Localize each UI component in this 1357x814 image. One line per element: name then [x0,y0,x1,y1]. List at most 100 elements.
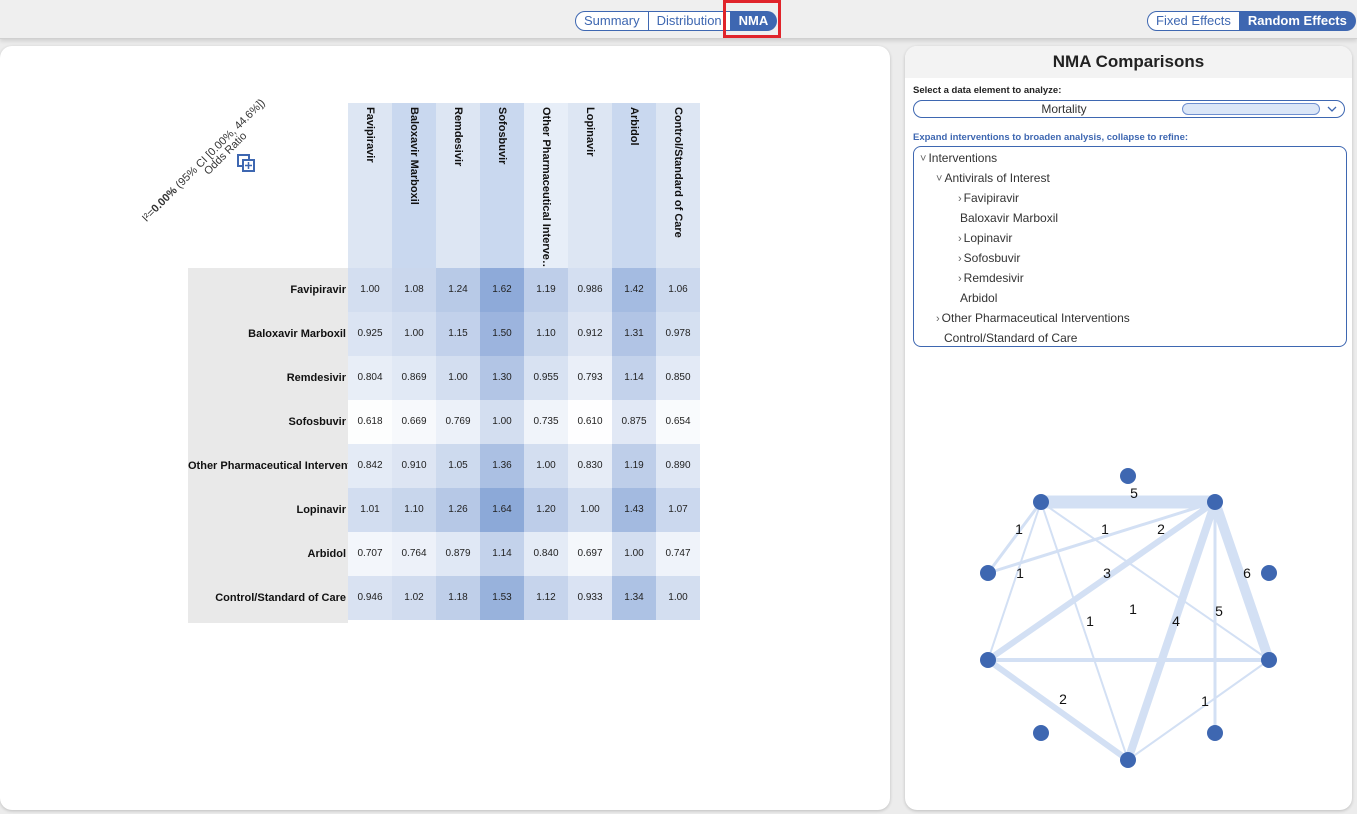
league-cell[interactable]: 1.19 [612,444,656,488]
league-cell[interactable]: 0.830 [568,444,612,488]
column-header: Sofosbuvir [480,103,524,268]
league-cell[interactable]: 1.53 [480,576,524,620]
league-cell[interactable]: 0.986 [568,268,612,312]
effect-toggle: Fixed Effects Random Effects [1147,11,1356,31]
league-cell[interactable]: 1.14 [480,532,524,576]
copy-icon[interactable] [236,153,256,173]
league-cell[interactable]: 1.26 [436,488,480,532]
league-cell[interactable]: 1.00 [524,444,568,488]
row-header: Favipiravir [290,284,346,296]
network-node[interactable] [980,565,996,581]
column-header: Other Pharmaceutical Interve… [524,103,568,271]
network-node[interactable] [1033,725,1049,741]
league-cell[interactable]: 1.30 [480,356,524,400]
heterogeneity-ci: (95% CI [0.00%, 44.6%]) [171,96,268,194]
edge-weight-label: 1 [1201,693,1209,709]
league-cell[interactable]: 0.925 [348,312,392,356]
network-edge [1210,497,1274,665]
league-cell[interactable]: 1.10 [524,312,568,356]
network-node[interactable] [1207,494,1223,510]
row-header: Remdesivir [286,372,346,384]
network-node[interactable] [1261,652,1277,668]
league-cell[interactable]: 1.00 [480,400,524,444]
league-cell[interactable]: 0.955 [524,356,568,400]
league-cell[interactable]: 0.654 [656,400,700,444]
league-cell[interactable]: 0.764 [392,532,436,576]
network-node[interactable] [1261,565,1277,581]
row-header: Control/Standard of Care [215,592,346,604]
network-node[interactable] [1120,468,1136,484]
network-edge [1127,659,1270,761]
league-cell[interactable]: 0.850 [656,356,700,400]
league-cell[interactable]: 1.42 [612,268,656,312]
random-effects-button[interactable]: Random Effects [1239,11,1356,31]
league-cell[interactable]: 1.06 [656,268,700,312]
league-cell[interactable]: 1.31 [612,312,656,356]
league-cell[interactable]: 0.793 [568,356,612,400]
league-cell[interactable]: 1.15 [436,312,480,356]
league-cell[interactable]: 1.10 [392,488,436,532]
league-cell[interactable]: 0.933 [568,576,612,620]
league-cell[interactable]: 1.00 [348,268,392,312]
network-node[interactable] [1120,752,1136,768]
edge-weight-label: 5 [1130,485,1138,501]
league-cell[interactable]: 0.946 [348,576,392,620]
network-node[interactable] [980,652,996,668]
league-cell[interactable]: 1.00 [392,312,436,356]
league-cell[interactable]: 1.20 [524,488,568,532]
league-cell[interactable]: 1.64 [480,488,524,532]
league-cell[interactable]: 0.669 [392,400,436,444]
league-cell[interactable]: 0.869 [392,356,436,400]
league-cell[interactable]: 1.34 [612,576,656,620]
league-cell[interactable]: 1.08 [392,268,436,312]
tab-distribution[interactable]: Distribution [648,11,731,31]
league-cell[interactable]: 1.62 [480,268,524,312]
fixed-effects-button[interactable]: Fixed Effects [1147,11,1240,31]
nma-tab-highlight [723,0,781,38]
network-node[interactable] [1207,725,1223,741]
network-edge [1040,501,1129,761]
league-cell[interactable]: 1.02 [392,576,436,620]
league-cell[interactable]: 0.875 [612,400,656,444]
league-cell[interactable]: 0.769 [436,400,480,444]
league-cell[interactable]: 0.912 [568,312,612,356]
column-header: Arbidol [612,103,656,268]
league-cell[interactable]: 0.910 [392,444,436,488]
league-cell[interactable]: 1.36 [480,444,524,488]
league-cell[interactable]: 0.890 [656,444,700,488]
league-cell[interactable]: 1.24 [436,268,480,312]
column-header: Favipiravir [348,103,392,268]
league-cell[interactable]: 0.804 [348,356,392,400]
league-cell[interactable]: 0.840 [524,532,568,576]
league-cell[interactable]: 1.50 [480,312,524,356]
league-cell[interactable]: 1.12 [524,576,568,620]
league-cell[interactable]: 0.735 [524,400,568,444]
league-cell[interactable]: 1.00 [568,488,612,532]
edge-weight-label: 2 [1059,691,1067,707]
league-cell[interactable]: 0.610 [568,400,612,444]
edge-weight-label: 5 [1215,603,1223,619]
league-cell[interactable]: 1.18 [436,576,480,620]
league-cell[interactable]: 0.618 [348,400,392,444]
league-cell[interactable]: 1.00 [656,576,700,620]
edge-weight-label: 4 [1172,613,1180,629]
league-cell[interactable]: 1.05 [436,444,480,488]
league-cell[interactable]: 1.07 [656,488,700,532]
league-cell[interactable]: 1.01 [348,488,392,532]
tab-summary[interactable]: Summary [575,11,649,31]
league-cell[interactable]: 1.43 [612,488,656,532]
row-header: Arbidol [307,548,347,560]
league-cell[interactable]: 1.00 [612,532,656,576]
league-cell[interactable]: 0.978 [656,312,700,356]
league-cell[interactable]: 0.747 [656,532,700,576]
edge-weight-label: 6 [1243,565,1251,581]
league-table-panel: Odds Ratio I²=0.00% (95% CI [0.00%, 44.6… [0,46,890,810]
league-cell[interactable]: 0.879 [436,532,480,576]
league-cell[interactable]: 0.697 [568,532,612,576]
network-node[interactable] [1033,494,1049,510]
league-cell[interactable]: 1.14 [612,356,656,400]
league-cell[interactable]: 1.19 [524,268,568,312]
league-cell[interactable]: 0.842 [348,444,392,488]
league-cell[interactable]: 1.00 [436,356,480,400]
league-cell[interactable]: 0.707 [348,532,392,576]
